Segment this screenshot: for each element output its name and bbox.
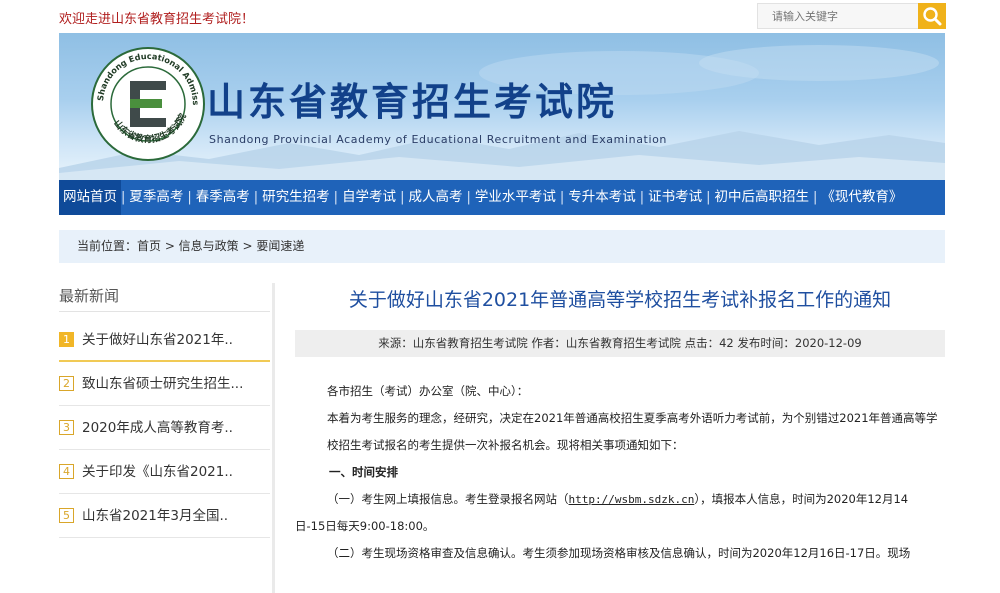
item-1-text-end: ），填报本人信息，时间为2020年12月14 xyxy=(694,492,909,506)
news-index-badge: 2 xyxy=(59,375,74,391)
breadcrumb: 当前位置：首页 > 信息与政策 > 要闻速递 xyxy=(59,230,945,263)
nav-item-5[interactable]: 成人高考 xyxy=(404,180,466,215)
news-list-item[interactable]: 4 关于印发《山东省2021.. xyxy=(59,450,270,494)
search-button[interactable] xyxy=(918,3,946,29)
article-body: 各市招生（考试）办公室（院、中心）： 本着为考生服务的理念，经研究，决定在202… xyxy=(295,378,945,567)
sidebar-title: 最新新闻 xyxy=(59,287,120,305)
latest-news-sidebar: 最新新闻 1 关于做好山东省2021年.. 2 致山东省硕士研究生招生... 3 2020… xyxy=(59,283,270,538)
news-item-label: 2020年成人高等教育考.. xyxy=(82,420,233,436)
nav-item-8[interactable]: 证书考试 xyxy=(644,180,706,215)
nav-item-3[interactable]: 研究生招考 xyxy=(258,180,334,215)
main-nav: 网站首页 | 夏季高考 | 春季高考 | 研究生招考 | 自学考试 | 成人高考 | 学业水平考试 | 专升… xyxy=(59,180,945,215)
news-item-label: 致山东省硕士研究生招生... xyxy=(82,376,244,392)
item-1-text: （一）考生网上填报信息。考生登录报名网站（ xyxy=(327,492,569,506)
article-item-1: （一）考生网上填报信息。考生登录报名网站（http://wsbm.sdzk.cn… xyxy=(295,486,945,513)
news-index-badge: 3 xyxy=(59,419,74,435)
news-item-label: 关于做好山东省2021年.. xyxy=(82,332,233,348)
news-index-badge: 1 xyxy=(59,331,74,347)
site-subtitle: Shandong Provincial Academy of Education… xyxy=(209,133,668,146)
article-title: 关于做好山东省2021年普通高等学校招生考试补报名工作的通知 xyxy=(348,289,892,311)
search-icon xyxy=(923,7,942,26)
nav-item-2[interactable]: 春季高考 xyxy=(192,180,254,215)
nav-item-4[interactable]: 自学考试 xyxy=(338,180,400,215)
article-item-2: （二）考生现场资格审查及信息确认。考生须参加现场资格审核及信息确认，时间为202… xyxy=(327,546,911,560)
article-greeting: 各市招生（考试）办公室（院、中心）： xyxy=(327,384,529,398)
sidebar-divider xyxy=(59,311,270,312)
column-divider xyxy=(272,283,275,593)
nav-item-10[interactable]: 《现代教育》 xyxy=(817,180,906,215)
nav-item-6[interactable]: 学业水平考试 xyxy=(471,180,560,215)
top-bar: 欢迎走进山东省教育招生考试院！ xyxy=(0,0,1000,33)
news-item-label: 山东省2021年3月全国.. xyxy=(82,508,229,524)
article-paragraph: 本着为考生服务的理念，经研究，决定在2021年普通高校招生夏季高考外语听力考试前… xyxy=(327,411,938,452)
registration-link[interactable]: http://wsbm.sdzk.cn xyxy=(569,493,695,506)
news-index-badge: 4 xyxy=(59,463,74,479)
welcome-text: 欢迎走进山东省教育招生考试院！ xyxy=(59,12,255,27)
section-heading: 一、时间安排 xyxy=(329,465,398,479)
news-list-item[interactable]: 1 关于做好山东省2021年.. xyxy=(59,318,270,362)
nav-item-0[interactable]: 网站首页 xyxy=(59,180,121,215)
news-index-badge: 5 xyxy=(59,507,74,523)
article-item-1-continued: 日-15日每天9:00-18:00。 xyxy=(295,519,435,533)
site-banner: Shandong Educational Admission & Examina… xyxy=(59,33,945,180)
nav-item-1[interactable]: 夏季高考 xyxy=(125,180,187,215)
site-title: 山东省教育招生考试院 xyxy=(207,79,618,124)
article-meta: 来源：山东省教育招生考试院 作者：山东省教育招生考试院 点击：42 发布时间：2… xyxy=(295,330,945,357)
news-list-item[interactable]: 2 致山东省硕士研究生招生... xyxy=(59,362,270,406)
news-list: 1 关于做好山东省2021年.. 2 致山东省硕士研究生招生... 3 2020年成人高等… xyxy=(59,318,270,538)
news-list-item[interactable]: 5 山东省2021年3月全国.. xyxy=(59,494,270,538)
nav-item-9[interactable]: 初中后高职招生 xyxy=(711,180,814,215)
news-list-item[interactable]: 3 2020年成人高等教育考.. xyxy=(59,406,270,450)
search-input[interactable] xyxy=(757,3,919,29)
nav-item-7[interactable]: 专升本考试 xyxy=(564,180,640,215)
academy-logo: Shandong Educational Admission & Examina… xyxy=(89,45,205,161)
news-item-label: 关于印发《山东省2021.. xyxy=(82,464,233,480)
search-box xyxy=(757,3,946,29)
